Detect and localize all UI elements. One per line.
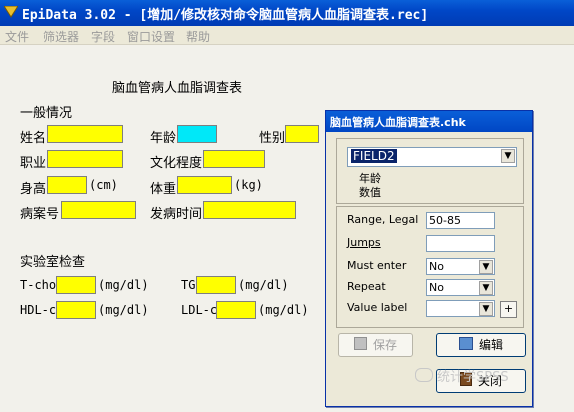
unit-height: (cm) — [89, 178, 118, 192]
input-jumps[interactable] — [426, 235, 495, 252]
label-onset-time: 发病时间 — [150, 207, 203, 222]
input-name[interactable] — [47, 125, 123, 143]
must-enter-value: No — [429, 260, 444, 273]
menu-filter[interactable]: 筛选器 — [43, 28, 79, 45]
input-weight[interactable] — [177, 176, 232, 194]
label-job: 职业 — [20, 156, 47, 171]
label-repeat: Repeat — [347, 280, 386, 293]
label-range-legal: Range, Legal — [347, 213, 419, 226]
field-select[interactable]: FIELD2 ▼ — [347, 147, 517, 167]
dialog-title-bar[interactable]: 脑血管病人血脂调查表.chk — [326, 111, 532, 132]
section-lab-tests: 实验室检查 — [20, 255, 86, 270]
select-value-label[interactable]: ▼ — [426, 300, 495, 317]
edit-button[interactable]: 编辑 — [436, 333, 526, 357]
label-tg: TG — [181, 278, 196, 292]
input-ldl[interactable] — [216, 301, 256, 319]
check-properties-panel: Range, Legal 50-85 Jumps Must enter No ▼… — [336, 206, 524, 328]
label-jumps: Jumps — [347, 236, 381, 249]
wechat-icon — [415, 368, 433, 382]
form-title: 脑血管病人血脂调查表 — [112, 81, 243, 96]
label-age: 年龄 — [150, 131, 177, 146]
select-repeat[interactable]: No ▼ — [426, 279, 495, 296]
input-height[interactable] — [47, 176, 87, 194]
input-tg[interactable] — [196, 276, 236, 294]
label-value-label: Value label — [347, 301, 408, 314]
label-case-number: 病案号 — [20, 207, 60, 222]
select-must-enter[interactable]: No ▼ — [426, 258, 495, 275]
chevron-down-icon[interactable]: ▼ — [479, 260, 493, 274]
save-button[interactable]: 保存 — [338, 333, 413, 357]
label-education: 文化程度 — [150, 156, 203, 171]
label-hdl: HDL-c — [20, 303, 57, 317]
chevron-down-icon[interactable]: ▼ — [501, 149, 515, 163]
section-general-info: 一般情况 — [20, 106, 73, 121]
watermark-text: 统计学SPSS — [437, 370, 509, 385]
field-select-value: FIELD2 — [351, 149, 397, 163]
unit-ldl: (mg/dl) — [258, 303, 309, 317]
label-tcho: T-cho — [20, 278, 57, 292]
add-value-label-button[interactable]: + — [500, 301, 517, 318]
field-type-info: 数值 — [359, 186, 381, 199]
input-job[interactable] — [47, 150, 123, 168]
save-button-label: 保存 — [372, 338, 397, 352]
menu-help[interactable]: 帮助 — [186, 28, 210, 45]
input-hdl[interactable] — [56, 301, 96, 319]
check-dialog: 脑血管病人血脂调查表.chk FIELD2 ▼ 年龄 数值 Range, Leg… — [325, 110, 533, 407]
floppy-disk-icon — [353, 337, 367, 350]
title-bar: EpiData 3.02 - [增加/修改核对命令脑血管病人血脂调查表.rec] — [0, 0, 574, 26]
menu-file[interactable]: 文件 — [5, 28, 29, 45]
field-info-panel: FIELD2 ▼ 年龄 数值 — [336, 138, 524, 204]
edit-button-label: 编辑 — [478, 338, 503, 352]
edit-icon — [458, 337, 473, 350]
watermark: 统计学SPSS — [415, 366, 509, 385]
input-case-number[interactable] — [61, 201, 136, 219]
label-name: 姓名 — [20, 131, 47, 146]
window-title: EpiData 3.02 - [增加/修改核对命令脑血管病人血脂调查表.rec] — [22, 8, 429, 23]
menu-bar: 文件 筛选器 字段 窗口设置 帮助 — [0, 26, 574, 45]
input-sex[interactable] — [285, 125, 319, 143]
input-education[interactable] — [203, 150, 265, 168]
repeat-value: No — [429, 281, 444, 294]
menu-field[interactable]: 字段 — [91, 28, 115, 45]
input-onset-time[interactable] — [203, 201, 296, 219]
label-height: 身高 — [20, 182, 47, 197]
input-tcho[interactable] — [56, 276, 96, 294]
unit-weight: (kg) — [234, 178, 263, 192]
input-age[interactable] — [177, 125, 217, 143]
label-weight: 体重 — [150, 182, 177, 197]
label-ldl: LDL-c — [181, 303, 218, 317]
chevron-down-icon[interactable]: ▼ — [479, 302, 493, 316]
unit-tcho: (mg/dl) — [98, 278, 149, 292]
dialog-title: 脑血管病人血脂调查表.chk — [330, 116, 466, 129]
label-sex: 性别 — [259, 131, 286, 146]
chevron-down-icon[interactable]: ▼ — [479, 281, 493, 295]
label-must-enter: Must enter — [347, 259, 407, 272]
epidata-app-icon — [4, 6, 18, 18]
input-range-legal[interactable]: 50-85 — [426, 212, 495, 229]
unit-hdl: (mg/dl) — [98, 303, 149, 317]
menu-window-settings[interactable]: 窗口设置 — [127, 28, 175, 45]
unit-tg: (mg/dl) — [238, 278, 289, 292]
